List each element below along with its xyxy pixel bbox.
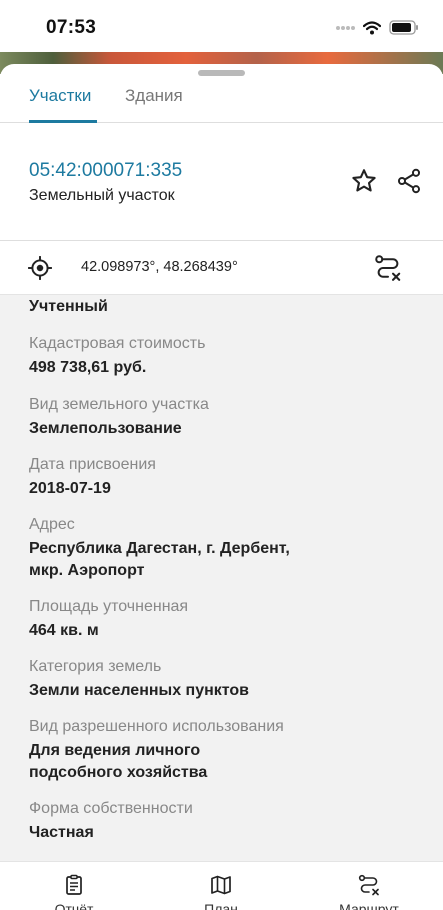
parcel-header: 05:42:000071:335 Земельный участок [0,123,443,241]
address-value-line-1: Республика Дагестан, г. Дербент, [29,540,290,557]
nav-plan[interactable]: План [161,862,281,910]
tab-buildings[interactable]: Здания [125,86,183,106]
star-icon [352,169,376,192]
nav-report[interactable]: Отчёт [14,862,134,910]
status-bar: 07:53 [0,0,443,56]
land-category-label: Категория земель [29,658,162,675]
land-kind-value: Землепользование [29,420,182,437]
share-button[interactable] [390,163,428,199]
share-icon [397,168,421,194]
sheet-grabber-handle[interactable] [198,70,245,76]
ownership-form-label: Форма собственности [29,800,193,817]
cadastral-cost-value: 498 738,61 руб. [29,359,147,376]
permitted-use-value-line-2: подсобного хозяйства [29,764,208,781]
nav-route-label: Маршрут [339,901,399,910]
land-kind-label: Вид земельного участка [29,396,209,413]
area-label: Площадь уточненная [29,598,189,615]
report-icon [66,874,82,895]
assignment-date-value: 2018-07-19 [29,480,111,497]
map-icon [211,875,231,895]
coordinates-text[interactable]: 42.098973°, 48.268439° [81,259,238,275]
address-value-line-2: мкр. Аэропорт [29,562,145,579]
parcel-sheet: Участки Здания 05:42:000071:335 Земельны… [0,64,443,910]
wifi-icon [363,20,381,34]
locate-button[interactable] [24,252,56,284]
cadastral-number[interactable]: 05:42:000071:335 [29,160,182,182]
tab-bar: Участки Здания [0,82,443,123]
status-time: 07:53 [46,17,97,38]
assignment-date-label: Дата присвоения [29,456,156,473]
favorite-button[interactable] [346,163,382,199]
parcel-type: Земельный участок [29,187,175,204]
permitted-use-value-line-1: Для ведения личного [29,742,201,759]
crosshair-icon [28,256,52,280]
nav-report-label: Отчёт [54,901,94,910]
status-icons [335,20,419,35]
status-value: Учтенный [29,298,108,315]
route-button[interactable] [370,250,406,286]
nav-route[interactable]: Маршрут [309,862,429,910]
route-nav-icon [358,874,379,896]
land-category-value: Земли населенных пунктов [29,682,250,699]
parcel-details[interactable]: Учтенный Кадастровая стоимость 498 738,6… [0,295,443,861]
permitted-use-label: Вид разрешенного использования [29,718,284,735]
ownership-form-value: Частная [29,824,94,841]
nav-plan-label: План [204,901,238,910]
battery-icon [389,20,418,35]
area-value: 464 кв. м [29,622,99,639]
route-icon [375,255,401,281]
coordinates-bar: 42.098973°, 48.268439° [0,241,443,295]
cadastral-cost-label: Кадастровая стоимость [29,335,206,352]
address-label: Адрес [29,516,75,533]
signal-icon [336,25,355,30]
tab-parcels[interactable]: Участки [29,86,91,106]
bottom-navigation: Отчёт План Маршрут [0,861,443,910]
